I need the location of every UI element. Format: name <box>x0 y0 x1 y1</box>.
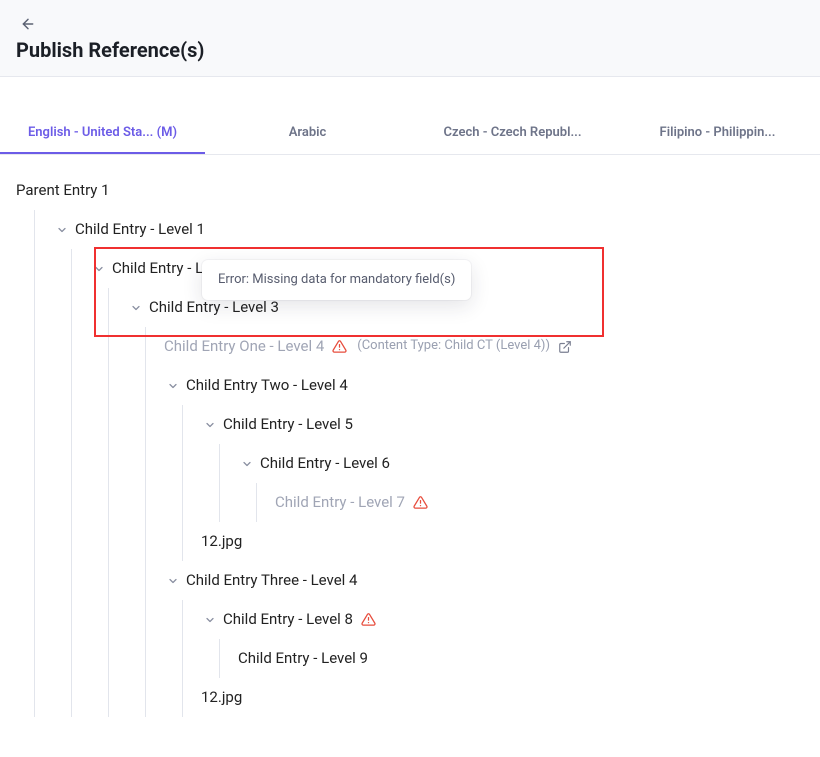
tree-label[interactable]: Child Entry - Level 8 <box>223 609 353 630</box>
tree-node-l9: Child Entry - Level 9 <box>238 639 804 678</box>
tree-label[interactable]: Child Entry One - Level 4 <box>164 336 324 357</box>
tree-node-parent: Parent Entry 1 Child Entry - Level 1 Chi… <box>16 171 804 717</box>
page-title: Publish Reference(s) <box>16 38 804 62</box>
tab-arabic[interactable]: Arabic <box>205 113 410 154</box>
chevron-down-icon[interactable] <box>238 458 256 470</box>
tree-node-l4a: Child Entry One - Level 4 (Content Type:… <box>164 327 804 366</box>
locale-tabs: English - United Sta... (M) Arabic Czech… <box>0 113 820 155</box>
chevron-down-icon[interactable] <box>53 224 71 236</box>
tab-czech[interactable]: Czech - Czech Republ... <box>410 113 615 154</box>
tree-node-l2: Child Entry - Level 2 Child Entry - Leve… <box>90 249 804 717</box>
tree-label[interactable]: Child Entry Three - Level 4 <box>186 570 357 591</box>
tree-label[interactable]: 12.jpg <box>201 687 242 708</box>
chevron-down-icon[interactable] <box>127 302 145 314</box>
tree-label[interactable]: Child Entry - Level 6 <box>260 453 390 474</box>
meta-label: (Content Type: <box>357 338 441 353</box>
chevron-down-icon[interactable] <box>164 380 182 392</box>
tab-english[interactable]: English - United Sta... (M) <box>0 113 205 154</box>
tree-label[interactable]: Child Entry Two - Level 4 <box>186 375 348 396</box>
tree-label[interactable]: Child Entry - Level 3 <box>149 297 279 318</box>
tree-node-l3: Child Entry - Level 3 Child Entry One - … <box>127 288 804 717</box>
tab-filipino[interactable]: Filipino - Philippin... <box>615 113 820 154</box>
external-link-icon[interactable] <box>558 340 572 354</box>
tree-node-file: 12.jpg <box>201 522 804 561</box>
warning-icon[interactable] <box>332 339 347 354</box>
reference-tree: Error: Missing data for mandatory field(… <box>0 155 820 757</box>
error-tooltip: Error: Missing data for mandatory field(… <box>202 260 471 300</box>
tree-label[interactable]: Child Entry - Level 9 <box>238 648 368 669</box>
error-tooltip-text: Error: Missing data for mandatory field(… <box>218 272 455 287</box>
chevron-down-icon[interactable] <box>201 419 219 431</box>
meta-value: Child CT (Level 4)) <box>444 338 550 353</box>
chevron-down-icon[interactable] <box>164 575 182 587</box>
tree-node-l6: Child Entry - Level 6 <box>238 444 804 522</box>
tree-node-file: 12.jpg <box>201 678 804 717</box>
content-type-meta: (Content Type: Child CT (Level 4)) <box>357 337 550 355</box>
warning-icon[interactable] <box>361 612 376 627</box>
arrow-left-icon <box>20 16 36 32</box>
tree-node-l4b: Child Entry Two - Level 4 Child E <box>164 366 804 561</box>
tree-node-l7: Child Entry - Level 7 <box>275 483 804 522</box>
tree-node-l8: Child Entry - Level 8 <box>201 600 804 678</box>
page-header: Publish Reference(s) <box>0 0 820 77</box>
tree-label[interactable]: 12.jpg <box>201 531 242 552</box>
warning-icon[interactable] <box>413 495 428 510</box>
tree-label[interactable]: Parent Entry 1 <box>16 180 110 201</box>
tree-label[interactable]: Child Entry - Level 5 <box>223 414 353 435</box>
tree-node-l5: Child Entry - Level 5 <box>201 405 804 522</box>
chevron-down-icon[interactable] <box>90 263 108 275</box>
tree-label[interactable]: Child Entry - Level 1 <box>75 219 205 240</box>
back-button[interactable] <box>16 12 40 36</box>
tree-node-l4c: Child Entry Three - Level 4 Child <box>164 561 804 717</box>
chevron-down-icon[interactable] <box>201 614 219 626</box>
tree-label[interactable]: Child Entry - Level 7 <box>275 492 405 513</box>
